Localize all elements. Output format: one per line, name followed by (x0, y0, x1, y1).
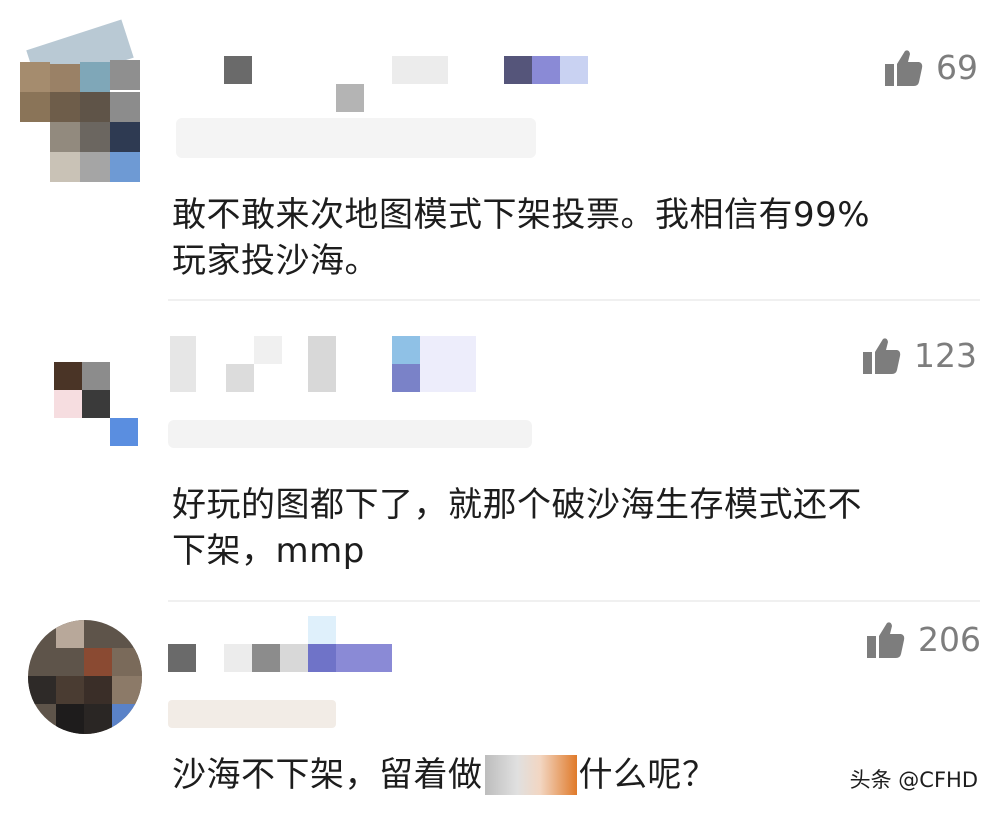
comment-text-part: 什么呢？ (578, 755, 717, 795)
like-count: 206 (918, 620, 981, 659)
comment-meta-blurred (176, 118, 536, 158)
like-button[interactable]: 206 (866, 620, 981, 659)
comment-2: 123 好玩的图都下了，就那个破沙海生存模式还不 下架，mmp (0, 300, 1000, 600)
like-button[interactable]: 69 (884, 48, 978, 87)
thumbs-up-icon (866, 621, 906, 659)
comment-meta-blurred (168, 700, 336, 728)
avatar[interactable] (28, 620, 142, 734)
username-blurred[interactable] (170, 336, 196, 392)
comment-text-line: 下架，mmp (172, 531, 365, 571)
comment-text-part: 沙海不下架，留着做 (172, 755, 483, 795)
like-count: 123 (914, 336, 977, 375)
censor-blur (484, 755, 577, 795)
comment-meta-blurred (168, 420, 532, 448)
watermark: 头条 @CFHD (849, 768, 978, 792)
like-button[interactable]: 123 (862, 336, 977, 375)
comment-text: 敢不敢来次地图模式下架投票。我相信有99% 玩家投沙海。 (172, 192, 870, 284)
username-blurred[interactable] (224, 56, 252, 84)
comment-text-line: 玩家投沙海。 (172, 241, 379, 281)
comment-1: 69 敢不敢来次地图模式下架投票。我相信有99% 玩家投沙海。 (0, 0, 1000, 300)
comment-text: 好玩的图都下了，就那个破沙海生存模式还不 下架，mmp (172, 482, 862, 574)
comment-text: 沙海不下架，留着做 什么呢？ (172, 752, 717, 798)
thumbs-up-icon (884, 49, 924, 87)
avatar[interactable] (20, 14, 142, 192)
thumbs-up-icon (862, 337, 902, 375)
username-blurred[interactable] (168, 644, 196, 672)
avatar[interactable] (54, 362, 142, 450)
comment-text-line: 好玩的图都下了，就那个破沙海生存模式还不 (172, 485, 862, 525)
like-count: 69 (936, 48, 978, 87)
comment-text-line: 敢不敢来次地图模式下架投票。我相信有99% (172, 195, 871, 235)
